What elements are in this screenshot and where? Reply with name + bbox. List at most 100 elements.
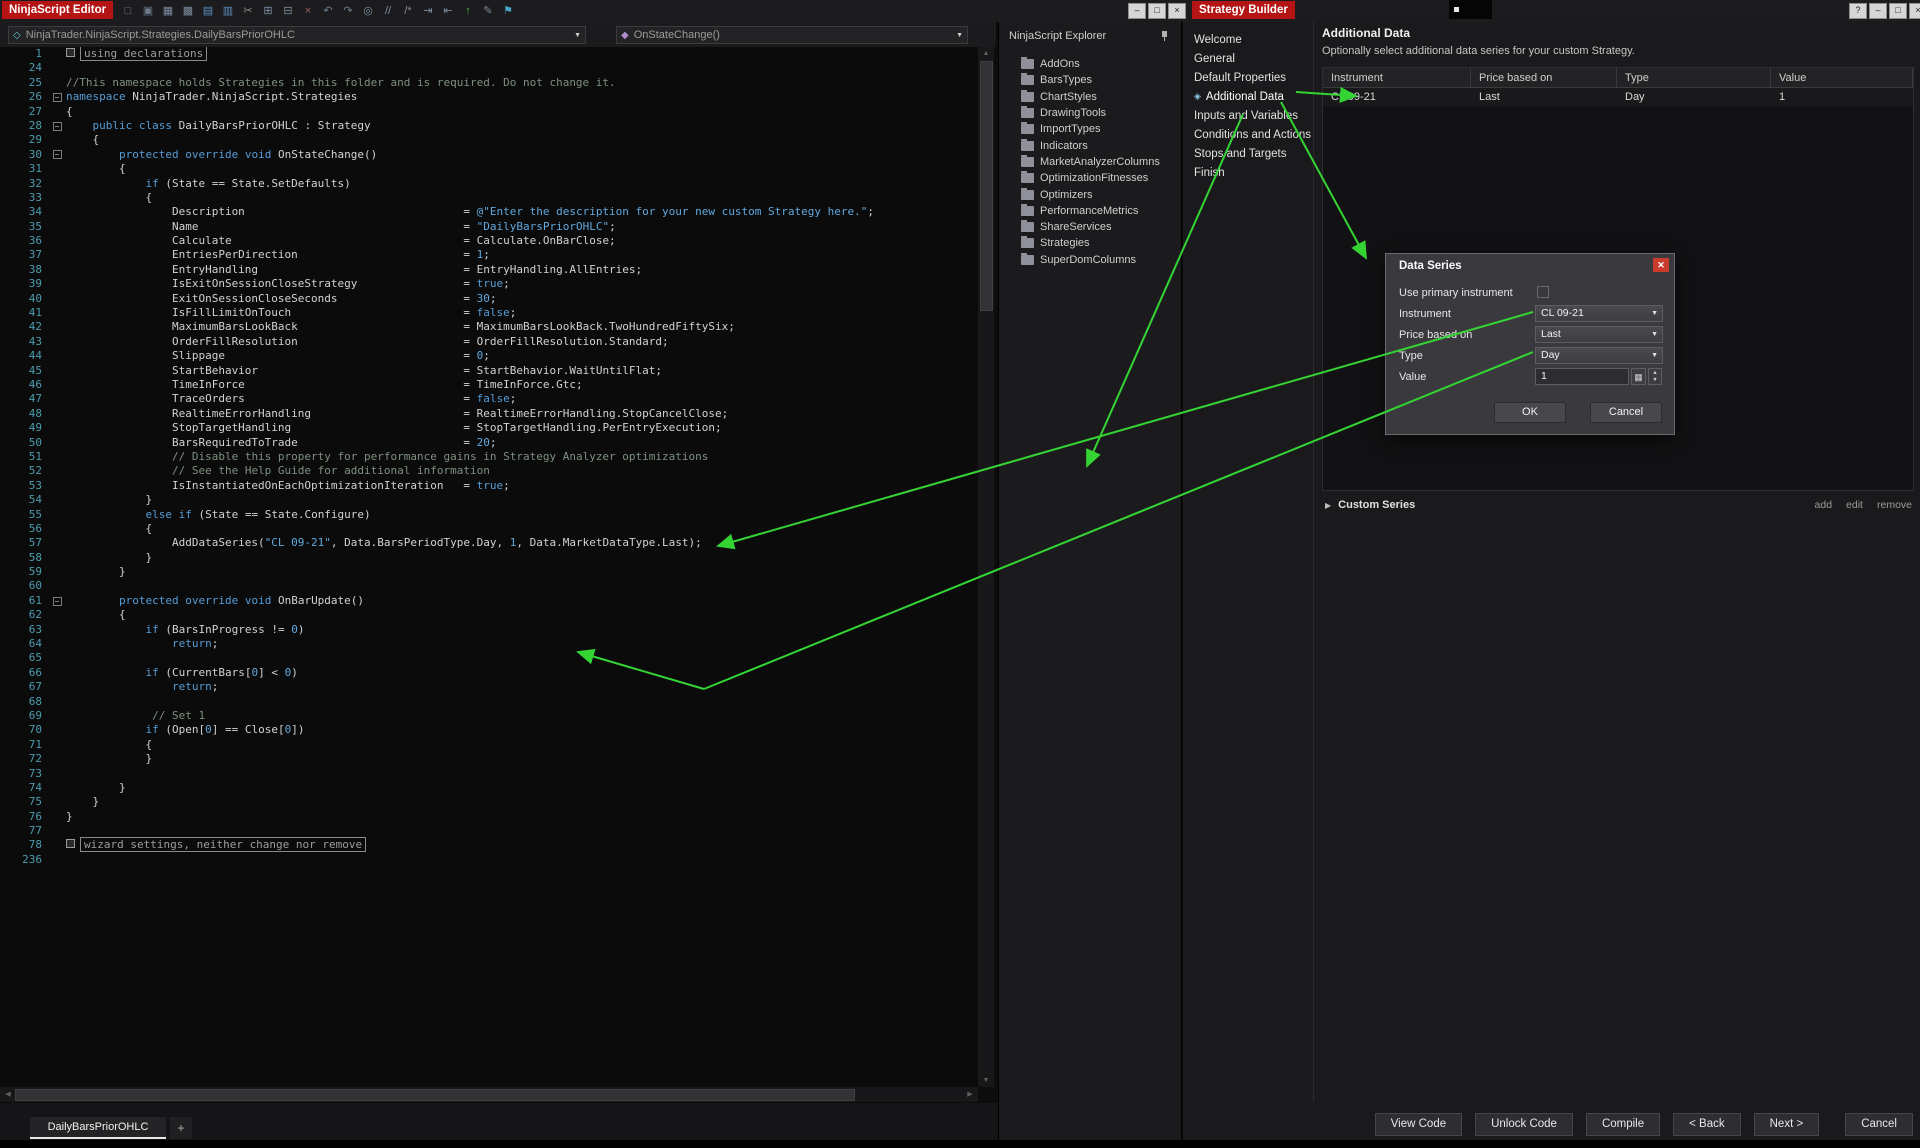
explorer-folder-addons[interactable]: AddOns — [999, 56, 1181, 72]
code-line[interactable]: 34 Description = @"Enter the description… — [0, 205, 978, 219]
dialog-close-button[interactable]: ✕ — [1653, 258, 1669, 272]
code-line[interactable]: 1using declarations — [0, 47, 978, 61]
spin-up-icon[interactable]: ▲ — [1652, 370, 1657, 376]
print-icon[interactable]: ▤ — [200, 3, 216, 19]
horizontal-scrollbar-thumb[interactable] — [15, 1089, 855, 1101]
vertical-scrollbar[interactable]: ▲ ▼ — [978, 47, 994, 1087]
spin-down-icon[interactable]: ▼ — [1652, 377, 1657, 383]
code-line[interactable]: 71 { — [0, 738, 978, 752]
code-line[interactable]: 46 TimeInForce = TimeInForce.Gtc; — [0, 378, 978, 392]
tab-dailybarspriorohlc[interactable]: DailyBarsPriorOHLC — [30, 1117, 166, 1139]
custom-series-section[interactable]: ▶ Custom Series — [1325, 499, 1415, 511]
builder-nav-conditions-and-actions[interactable]: Conditions and Actions — [1183, 125, 1313, 144]
pin-icon[interactable] — [1160, 31, 1169, 42]
fold-toggle-icon[interactable]: − — [53, 122, 62, 131]
scroll-down-icon[interactable]: ▼ — [978, 1074, 994, 1087]
fold-toggle-icon[interactable]: − — [53, 597, 62, 606]
code-line[interactable]: 62 { — [0, 608, 978, 622]
instrument-select[interactable]: CL 09-21▼ — [1535, 305, 1663, 322]
builder-nav-default-properties[interactable]: Default Properties — [1183, 68, 1313, 87]
explorer-folder-shareservices[interactable]: ShareServices — [999, 219, 1181, 235]
compile-flag-icon[interactable]: ⚑ — [500, 3, 516, 19]
code-line[interactable]: 48 RealtimeErrorHandling = RealtimeError… — [0, 407, 978, 421]
code-line[interactable]: 53 IsInstantiatedOnEachOptimizationItera… — [0, 479, 978, 493]
use-primary-instrument-checkbox[interactable] — [1537, 286, 1549, 298]
code-line[interactable]: 73 — [0, 767, 978, 781]
member-navigation-dropdown[interactable]: ◆ OnStateChange() ▼ — [616, 26, 968, 44]
code-line[interactable]: 49 StopTargetHandling = StopTargetHandli… — [0, 421, 978, 435]
builder-nav-finish[interactable]: Finish — [1183, 163, 1313, 182]
code-line[interactable]: 31 { — [0, 162, 978, 176]
dialog-cancel-button[interactable]: Cancel — [1590, 402, 1662, 423]
code-line[interactable]: 43 OrderFillResolution = OrderFillResolu… — [0, 335, 978, 349]
save-icon[interactable]: ▦ — [160, 3, 176, 19]
code-line[interactable]: 236 — [0, 853, 978, 867]
code-line[interactable]: 70 if (Open[0] == Close[0]) — [0, 723, 978, 737]
comment-icon[interactable]: // — [380, 3, 396, 19]
uncomment-icon[interactable]: /* — [400, 3, 416, 19]
type-navigation-dropdown[interactable]: ◇ NinjaTrader.NinjaScript.Strategies.Dai… — [8, 26, 586, 44]
explorer-folder-barstypes[interactable]: BarsTypes — [999, 72, 1181, 88]
code-line[interactable]: 65 — [0, 651, 978, 665]
price-based-on-select[interactable]: Last▼ — [1535, 326, 1663, 343]
find-icon[interactable]: ◎ — [360, 3, 376, 19]
scroll-left-icon[interactable]: ◀ — [0, 1088, 16, 1101]
restore-button[interactable]: □ — [1148, 3, 1166, 19]
code-line[interactable]: 40 ExitOnSessionCloseSeconds = 30; — [0, 292, 978, 306]
remove-link[interactable]: remove — [1877, 499, 1912, 511]
code-line[interactable]: 59 } — [0, 565, 978, 579]
code-line[interactable]: 66 if (CurrentBars[0] < 0) — [0, 666, 978, 680]
builder-nav-additional-data[interactable]: ◈Additional Data — [1183, 87, 1313, 106]
code-line[interactable]: 29 { — [0, 133, 978, 147]
fold-toggle-icon[interactable]: − — [53, 150, 62, 159]
code-line[interactable]: 60 — [0, 579, 978, 593]
code-line[interactable]: 33 { — [0, 191, 978, 205]
code-line[interactable]: 36 Calculate = Calculate.OnBarClose; — [0, 234, 978, 248]
code-line[interactable]: 41 IsFillLimitOnTouch = false; — [0, 306, 978, 320]
cancel-button[interactable]: Cancel — [1845, 1113, 1913, 1136]
explorer-folder-optimizationfitnesses[interactable]: OptimizationFitnesses — [999, 170, 1181, 186]
explorer-folder-performancemetrics[interactable]: PerformanceMetrics — [999, 203, 1181, 219]
code-line[interactable]: 58 } — [0, 551, 978, 565]
scroll-up-icon[interactable]: ▲ — [978, 47, 994, 60]
code-line[interactable]: 61− protected override void OnBarUpdate(… — [0, 594, 978, 608]
open-icon[interactable]: ▣ — [140, 3, 156, 19]
explorer-folder-strategies[interactable]: Strategies — [999, 235, 1181, 251]
explorer-folder-indicators[interactable]: Indicators — [999, 137, 1181, 153]
code-line[interactable]: 42 MaximumBarsLookBack = MaximumBarsLook… — [0, 320, 978, 334]
print-preview-icon[interactable]: ▥ — [220, 3, 236, 19]
type-select[interactable]: Day▼ — [1535, 347, 1663, 364]
dialog-ok-button[interactable]: OK — [1494, 402, 1566, 423]
new-tab-button[interactable]: + — [170, 1117, 192, 1139]
builder-nav-inputs-and-variables[interactable]: Inputs and Variables — [1183, 106, 1313, 125]
indent-icon[interactable]: ⇥ — [420, 3, 436, 19]
expand-arrow-icon[interactable]: ▶ — [1325, 501, 1331, 510]
code-line[interactable]: 32 if (State == State.SetDefaults) — [0, 177, 978, 191]
column-header[interactable]: Instrument — [1323, 68, 1471, 88]
back-button[interactable]: < Back — [1673, 1113, 1740, 1136]
code-line[interactable]: 77 — [0, 824, 978, 838]
horizontal-scrollbar[interactable]: ◀ ▶ — [0, 1087, 978, 1102]
copy-icon[interactable]: ⊞ — [260, 3, 276, 19]
code-line[interactable]: 51 // Disable this property for performa… — [0, 450, 978, 464]
code-line[interactable]: 57 AddDataSeries("CL 09-21", Data.BarsPe… — [0, 536, 978, 550]
code-line[interactable]: 56 { — [0, 522, 978, 536]
spinner-arrows[interactable]: ▲▼ — [1648, 368, 1662, 385]
code-line[interactable]: 63 if (BarsInProgress != 0) — [0, 623, 978, 637]
explorer-folder-drawingtools[interactable]: DrawingTools — [999, 105, 1181, 121]
vertical-scrollbar-thumb[interactable] — [980, 61, 993, 311]
outdent-icon[interactable]: ⇤ — [440, 3, 456, 19]
code-line[interactable]: 28− public class DailyBarsPriorOHLC : St… — [0, 119, 978, 133]
column-header[interactable]: Price based on — [1471, 68, 1617, 88]
explorer-folder-marketanalyzercolumns[interactable]: MarketAnalyzerColumns — [999, 154, 1181, 170]
code-line[interactable]: 64 return; — [0, 637, 978, 651]
code-line[interactable]: 74 } — [0, 781, 978, 795]
edit-link[interactable]: edit — [1846, 499, 1863, 511]
code-line[interactable]: 50 BarsRequiredToTrade = 20; — [0, 436, 978, 450]
code-line[interactable]: 54 } — [0, 493, 978, 507]
paste-icon[interactable]: ⊟ — [280, 3, 296, 19]
code-line[interactable]: 76} — [0, 810, 978, 824]
explorer-folder-chartstyles[interactable]: ChartStyles — [999, 89, 1181, 105]
minimize-button[interactable]: – — [1128, 3, 1146, 19]
fold-toggle-icon[interactable]: − — [53, 93, 62, 102]
